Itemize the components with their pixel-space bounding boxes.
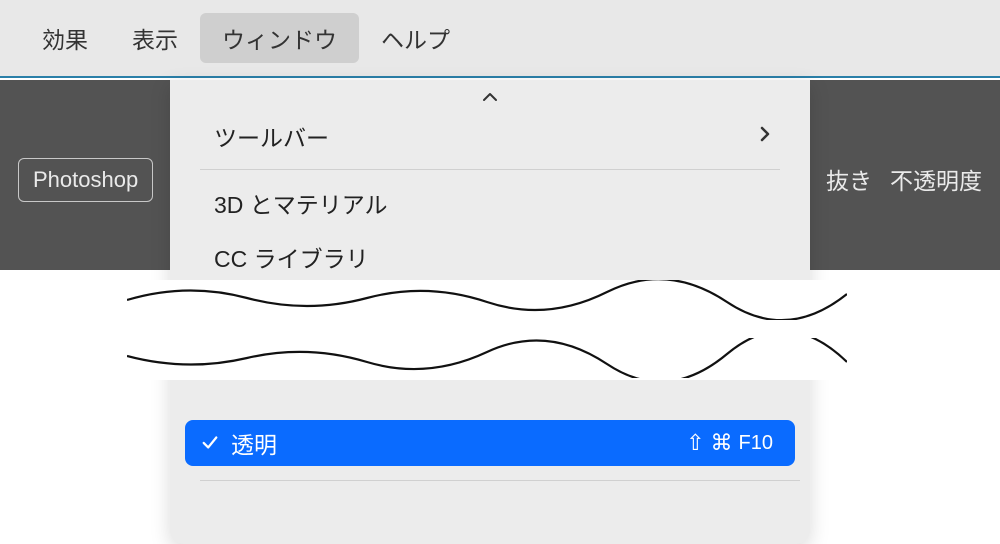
shift-icon: ⇧ <box>686 430 704 456</box>
dropdown-item-label: ツールバー <box>214 119 329 153</box>
command-icon: ⌘ <box>711 430 733 456</box>
menu-item-help[interactable]: ヘルプ <box>359 13 472 63</box>
menu-item-window[interactable]: ウィンドウ <box>200 13 359 63</box>
truncation-indicator <box>127 280 847 380</box>
shortcut-key: F10 <box>739 432 773 455</box>
dropdown-item-label: 3D とマテリアル <box>214 186 388 220</box>
separator <box>200 169 780 170</box>
menu-item-effect[interactable]: 効果 <box>20 13 110 63</box>
highlight-left: 透明 <box>201 426 277 460</box>
separator <box>200 480 800 481</box>
dropdown-item-toolbar[interactable]: ツールバー <box>170 109 810 163</box>
dropdown-item-transparency[interactable]: 透明 ⇧ ⌘ F10 <box>185 420 795 466</box>
toolbar-label-nuki: 抜き <box>826 162 872 196</box>
chevron-right-icon <box>760 125 770 148</box>
chevron-up-icon[interactable] <box>170 80 810 109</box>
toolbar-label-opacity: 不透明度 <box>890 162 1000 196</box>
menu-item-view[interactable]: 表示 <box>110 13 200 63</box>
dropdown-item-cclib[interactable]: CC ライブラリ <box>170 230 810 284</box>
dropdown-item-3d[interactable]: 3D とマテリアル <box>170 176 810 230</box>
check-icon <box>201 430 219 457</box>
photoshop-chip[interactable]: Photoshop <box>18 158 153 202</box>
keyboard-shortcut: ⇧ ⌘ F10 <box>686 430 773 456</box>
dropdown-item-label: 透明 <box>231 426 277 460</box>
dropdown-item-label: CC ライブラリ <box>214 240 369 274</box>
menubar: 効果 表示 ウィンドウ ヘルプ <box>0 0 1000 78</box>
